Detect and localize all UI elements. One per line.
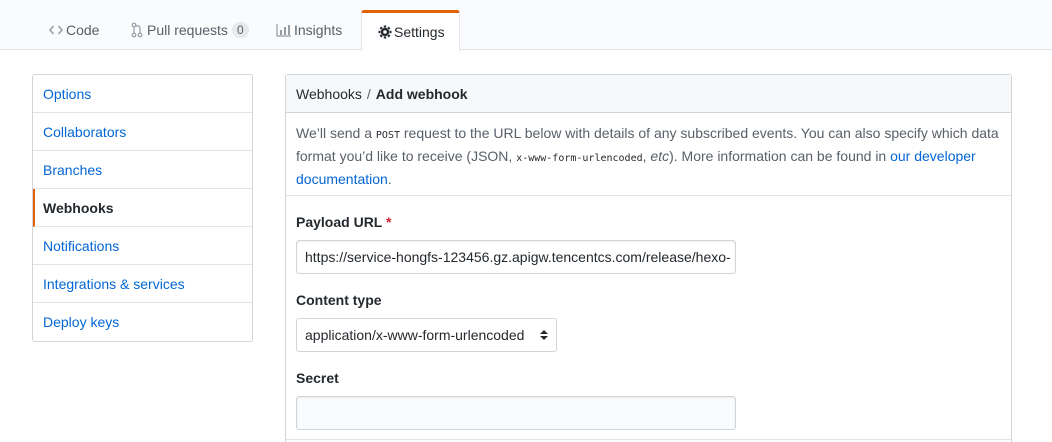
sidebar-item-notifications[interactable]: Notifications: [33, 227, 252, 265]
description-text: We’ll send a: [296, 125, 376, 141]
gear-icon: [378, 24, 392, 40]
add-webhook-panel: Webhooks / Add webhook We’ll send a POST…: [285, 74, 1012, 442]
sidebar-item-collaborators[interactable]: Collaborators: [33, 113, 252, 151]
breadcrumb: Webhooks / Add webhook: [286, 75, 1011, 113]
graph-icon: [276, 22, 292, 38]
code-icon: [48, 22, 64, 38]
post-method-code: POST: [375, 130, 400, 141]
tab-code[interactable]: Code: [32, 10, 115, 50]
content-type-value: application/x-www-form-urlencoded: [305, 327, 525, 343]
breadcrumb-parent[interactable]: Webhooks: [296, 86, 362, 102]
git-pull-request-icon: [129, 22, 145, 38]
repo-nav-tabs: Code Pull requests 0 Insights Settings: [0, 0, 1052, 51]
divider: [286, 439, 1011, 440]
settings-sidebar-menu: Options Collaborators Branches Webhooks …: [32, 74, 253, 342]
page-title: Add webhook: [375, 85, 468, 102]
payload-url-label: Payload URL *: [296, 214, 1001, 232]
tab-pull-requests-label: Pull requests: [147, 22, 228, 38]
tab-code-label: Code: [66, 22, 100, 38]
secret-input[interactable]: [296, 396, 736, 430]
sidebar-item-deploy-keys[interactable]: Deploy keys: [33, 303, 252, 341]
sidebar-item-integrations-services[interactable]: Integrations & services: [33, 265, 252, 303]
tab-pull-requests[interactable]: Pull requests 0: [113, 10, 265, 50]
description-text: .: [387, 171, 392, 187]
tab-settings[interactable]: Settings: [361, 10, 460, 51]
payload-url-label-text: Payload URL: [296, 214, 383, 230]
tab-settings-label: Settings: [394, 24, 445, 40]
sidebar-item-branches[interactable]: Branches: [33, 151, 252, 189]
select-arrows-icon: [540, 329, 548, 341]
tab-insights[interactable]: Insights: [260, 10, 358, 50]
required-mark: *: [386, 214, 392, 230]
payload-url-value: https://service-hongfs-123456.gz.apigw.t…: [305, 249, 731, 265]
payload-url-input[interactable]: https://service-hongfs-123456.gz.apigw.t…: [296, 240, 736, 274]
webhook-form: Payload URL * https://service-hongfs-123…: [286, 214, 1011, 430]
content-type-label: Content type: [296, 292, 382, 308]
breadcrumb-separator: /: [366, 85, 371, 102]
sidebar-item-webhooks[interactable]: Webhooks: [33, 189, 252, 227]
secret-label: Secret: [296, 370, 339, 386]
tab-insights-label: Insights: [294, 22, 343, 38]
content-type-select[interactable]: application/x-www-form-urlencoded: [296, 318, 557, 352]
sidebar-item-options[interactable]: Options: [33, 75, 252, 113]
description-text: ). More information can be found in: [669, 148, 891, 164]
webhook-description: We’ll send a POST request to the URL bel…: [286, 113, 1011, 196]
pull-requests-counter: 0: [231, 22, 249, 38]
etc-text: etc: [650, 148, 670, 164]
form-urlencoded-code: x-www-form-urlencoded: [516, 153, 643, 164]
